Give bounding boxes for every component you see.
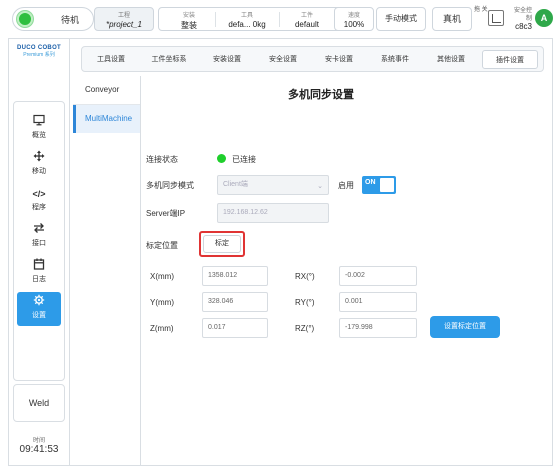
weld-button[interactable]: Weld (13, 384, 65, 422)
toggle-knob (380, 178, 394, 192)
sidebar-item-settings[interactable]: 设置 (17, 292, 61, 326)
move-icon (14, 150, 64, 166)
rx-field[interactable]: -0.002 (339, 266, 417, 286)
toggle-text: ON (365, 179, 376, 186)
safety-caption: 安全控 制 (513, 8, 532, 22)
power-status-label: 待机 (61, 15, 80, 25)
tool-caption: 工具 (240, 13, 253, 19)
brand-logo: DUCO COBOT Premium 系列 (13, 45, 65, 58)
time-caption: 时间 (32, 438, 45, 444)
sync-mode-value: Client端 (223, 181, 248, 188)
ry-label: RY(°) (295, 298, 315, 307)
tab-plugin-settings[interactable]: 插件设置 (482, 50, 538, 69)
power-icon (17, 11, 33, 27)
nav-panel: 概览 移动 </> 程序 接口 日志 设置 (13, 101, 65, 381)
connection-status: 已连接 (232, 155, 256, 164)
connection-label: 连接状态 (146, 155, 178, 164)
calendar-icon (14, 258, 64, 274)
speed-control[interactable]: 速度 100% (334, 7, 374, 31)
plugin-list: Conveyor MultiMachine (73, 76, 141, 465)
settings-tabs: 工具设置 工件坐标系 安装设置 安全设置 安卡设置 系统事件 其他设置 插件设置 (81, 46, 544, 72)
sync-mode-label: 多机同步模式 (146, 181, 194, 190)
calibration-label: 标定位置 (146, 241, 178, 250)
ry-field[interactable]: 0.001 (339, 292, 417, 312)
workpiece-value: default (294, 20, 320, 29)
workpiece-caption: 工件 (300, 13, 313, 19)
sidebar-item-move[interactable]: 移动 (14, 148, 64, 182)
monitor-icon (14, 114, 64, 130)
rx-label: RX(°) (295, 272, 315, 281)
z-label: Z(mm) (150, 324, 174, 333)
sidebar: DUCO COBOT Premium 系列 概览 移动 </> 程序 接口 日志… (9, 39, 70, 465)
manual-mode-button[interactable]: 手动模式 (376, 7, 426, 31)
speed-caption: 速度 (347, 13, 360, 19)
power-toggle[interactable]: 待机 (12, 7, 94, 31)
enable-label: 启用 (338, 181, 354, 190)
calibrate-button[interactable]: 标定 (203, 235, 241, 253)
workpiece-info[interactable]: 工件 default (281, 8, 333, 30)
install-caption: 安装 (182, 13, 195, 19)
plugin-item-conveyor[interactable]: Conveyor (73, 76, 140, 104)
sidebar-item-interface[interactable]: 接口 (14, 220, 64, 254)
project-name: *project_1 (105, 20, 143, 29)
tab-system-events[interactable]: 系统事件 (370, 50, 420, 69)
sidebar-item-label: 接口 (32, 240, 46, 247)
time-value: 09:41:53 (19, 444, 59, 455)
enable-toggle[interactable]: ON (362, 176, 396, 194)
x-field[interactable]: 1358.012 (202, 266, 268, 286)
sidebar-item-overview[interactable]: 概览 (14, 112, 64, 146)
sidebar-item-label: 移动 (32, 168, 46, 175)
top-bar: 待机 工程 *project_1 安装 整装 工具 defa... 0kg 工件… (8, 6, 553, 32)
sidebar-item-log[interactable]: 日志 (14, 256, 64, 290)
tab-safety-card-settings[interactable]: 安卡设置 (314, 50, 364, 69)
drag-status: 拖 关 (474, 7, 488, 13)
tool-info[interactable]: 工具 defa... 0kg (217, 8, 277, 30)
gear-icon (17, 294, 61, 310)
rz-label: RZ(°) (295, 324, 315, 333)
server-ip-label: Server端IP (146, 209, 186, 218)
sidebar-item-label: 日志 (32, 276, 46, 283)
install-info[interactable]: 安装 整装 (165, 8, 213, 30)
plugin-item-multimachine[interactable]: MultiMachine (73, 105, 140, 133)
divider (215, 12, 216, 27)
avatar[interactable]: A (535, 9, 553, 27)
clock: 时间 09:41:53 (13, 435, 65, 455)
divider (279, 12, 280, 27)
tool-value: defa... 0kg (228, 20, 266, 29)
sidebar-item-label: 程序 (32, 204, 46, 211)
project-caption: 工程 (117, 13, 130, 19)
sidebar-item-program[interactable]: </> 程序 (14, 184, 64, 218)
main-frame: DUCO COBOT Premium 系列 概览 移动 </> 程序 接口 日志… (8, 38, 553, 466)
y-label: Y(mm) (150, 298, 174, 307)
y-field[interactable]: 328.046 (202, 292, 268, 312)
x-label: X(mm) (150, 272, 174, 281)
code-icon: </> (32, 189, 46, 199)
logo-line2: Premium 系列 (23, 52, 55, 58)
tab-other-settings[interactable]: 其他设置 (426, 50, 476, 69)
sync-mode-select[interactable]: Client端 ⌄ (217, 175, 329, 195)
tab-install-settings[interactable]: 安装设置 (202, 50, 252, 69)
real-robot-button[interactable]: 真机 (432, 7, 472, 31)
safety-value: c8c3 (515, 22, 532, 31)
install-value: 整装 (181, 21, 197, 30)
sidebar-item-label: 设置 (32, 312, 46, 319)
fullscreen-icon[interactable] (488, 10, 504, 26)
sidebar-item-label: 概览 (32, 132, 46, 139)
set-calibration-button[interactable]: 设置标定位置 (430, 316, 500, 338)
server-ip-field[interactable]: 192.168.12.62 (217, 203, 329, 223)
project-selector[interactable]: 工程 *project_1 (94, 7, 154, 31)
safety-control[interactable]: 安全控 制 c8c3 (508, 7, 532, 31)
chevron-down-icon: ⌄ (317, 183, 323, 190)
tab-workpiece-frame[interactable]: 工件坐标系 (142, 50, 196, 69)
page-title: 多机同步设置 (288, 89, 354, 101)
z-field[interactable]: 0.017 (202, 318, 268, 338)
speed-value: 100% (343, 20, 365, 29)
tab-safety-settings[interactable]: 安全设置 (258, 50, 308, 69)
multi-sync-panel: 多机同步设置 连接状态 已连接 多机同步模式 Client端 ⌄ 启用 ON S… (142, 76, 552, 465)
tab-tool-settings[interactable]: 工具设置 (86, 50, 136, 69)
interface-icon (14, 222, 64, 238)
connection-status-icon (217, 154, 226, 163)
rz-field[interactable]: -179.998 (339, 318, 417, 338)
